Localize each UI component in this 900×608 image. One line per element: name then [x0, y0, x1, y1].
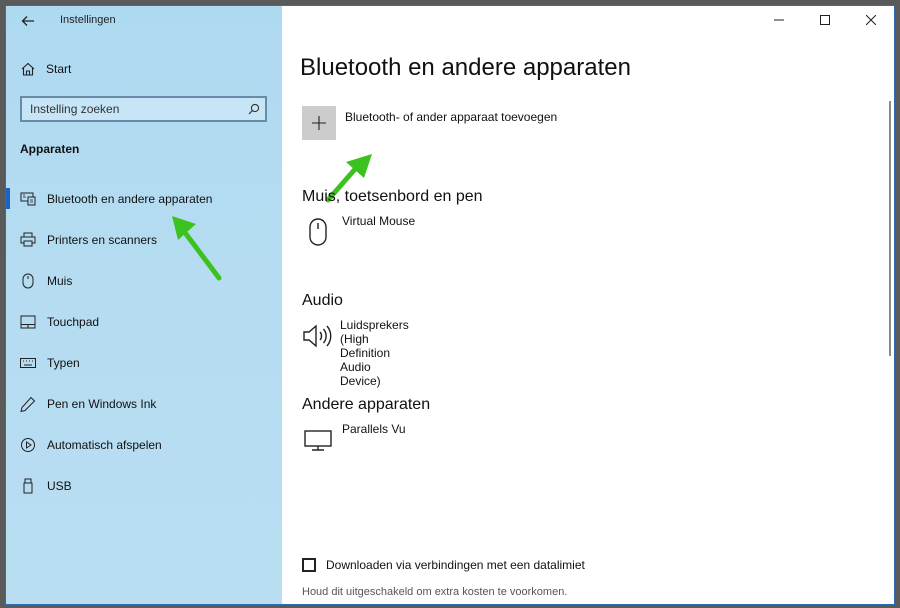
device-name: Parallels Vu [342, 422, 406, 436]
sidebar-item-label: Touchpad [47, 314, 100, 329]
sidebar-item-label: USB [47, 478, 72, 493]
group-input-devices: Muis, toetsenbord en pen Virtual Mouse [302, 188, 483, 246]
sidebar: Instellingen Start Apparaten Bluetooth e… [6, 6, 282, 604]
home-icon [18, 61, 38, 77]
mouse-icon [302, 216, 334, 248]
minimize-button[interactable] [756, 6, 802, 34]
autoplay-icon [18, 437, 38, 453]
back-button[interactable] [16, 10, 40, 32]
sidebar-item-mouse[interactable]: Muis [6, 260, 282, 301]
mouse-icon [18, 273, 38, 289]
scrollbar[interactable] [889, 101, 891, 356]
group-title: Audio [302, 292, 343, 309]
sidebar-item-label: Typen [47, 355, 80, 370]
device-name: Luidsprekers (High Definition Audio Devi… [340, 318, 409, 388]
close-button[interactable] [848, 6, 894, 34]
device-name: Virtual Mouse [342, 214, 416, 228]
group-audio: Audio Luidsprekers (High Definition Audi… [302, 292, 409, 388]
nav-home[interactable]: Start [6, 56, 282, 82]
device-virtual-mouse[interactable]: Virtual Mouse [302, 214, 416, 248]
app-title: Instellingen [60, 14, 116, 26]
window-controls [756, 6, 894, 34]
sidebar-item-autoplay[interactable]: Automatisch afspelen [6, 424, 282, 465]
section-title: Apparaten [20, 142, 80, 156]
back-arrow-icon [21, 16, 34, 26]
add-device-button[interactable]: Bluetooth- of ander apparaat toevoegen [302, 106, 557, 140]
device-speakers[interactable]: Luidsprekers (High Definition Audio Devi… [302, 318, 411, 388]
sidebar-item-label: Bluetooth en andere apparaten [47, 191, 213, 206]
nav-list: Bluetooth en andere apparaten Printers e… [6, 178, 282, 506]
checkbox[interactable] [302, 558, 316, 572]
bluetooth-devices-icon [18, 192, 38, 206]
sidebar-item-touchpad[interactable]: Touchpad [6, 301, 282, 342]
pen-icon [18, 396, 38, 412]
sidebar-item-typing[interactable]: Typen [6, 342, 282, 383]
minimize-icon [774, 19, 784, 21]
metered-download-checkbox[interactable]: Downloaden via verbindingen met een data… [302, 558, 585, 572]
sidebar-item-label: Muis [47, 273, 73, 288]
group-title: Muis, toetsenbord en pen [302, 188, 483, 205]
group-title: Andere apparaten [302, 396, 431, 413]
nav-home-label: Start [46, 62, 72, 76]
add-tile[interactable] [302, 106, 336, 140]
sidebar-item-label: Pen en Windows Ink [47, 396, 157, 411]
sidebar-item-printers[interactable]: Printers en scanners [6, 219, 282, 260]
sidebar-item-label: Printers en scanners [47, 232, 158, 247]
sidebar-item-pen[interactable]: Pen en Windows Ink [6, 383, 282, 424]
device-parallels-vu[interactable]: Parallels Vu [302, 422, 406, 456]
monitor-icon [302, 424, 334, 456]
metered-note: Houd dit uitgeschakeld om extra kosten t… [302, 586, 568, 598]
add-device-label: Bluetooth- of ander apparaat toevoegen [345, 110, 558, 124]
page-title: Bluetooth en andere apparaten [300, 54, 631, 81]
sidebar-item-usb[interactable]: USB [6, 465, 282, 506]
usb-icon [18, 478, 38, 494]
touchpad-icon [18, 315, 38, 329]
main-pane: Bluetooth en andere apparaten Bluetooth-… [282, 6, 894, 604]
search-input[interactable] [22, 101, 243, 117]
settings-window: Instellingen Start Apparaten Bluetooth e… [5, 5, 895, 605]
sidebar-item-label: Automatisch afspelen [47, 437, 162, 452]
sidebar-item-bluetooth[interactable]: Bluetooth en andere apparaten [6, 178, 282, 219]
maximize-button[interactable] [802, 6, 848, 34]
search-icon[interactable] [243, 103, 265, 115]
printer-icon [18, 232, 38, 247]
group-other-devices: Andere apparaten Parallels Vu [302, 396, 431, 451]
speaker-icon [302, 320, 332, 352]
keyboard-icon [18, 357, 38, 368]
close-icon [866, 15, 876, 25]
plus-icon [312, 116, 326, 130]
metered-label: Downloaden via verbindingen met een data… [326, 558, 585, 572]
maximize-icon [820, 15, 830, 25]
search-box[interactable] [20, 96, 267, 122]
titlebar-left: Instellingen [6, 6, 282, 36]
